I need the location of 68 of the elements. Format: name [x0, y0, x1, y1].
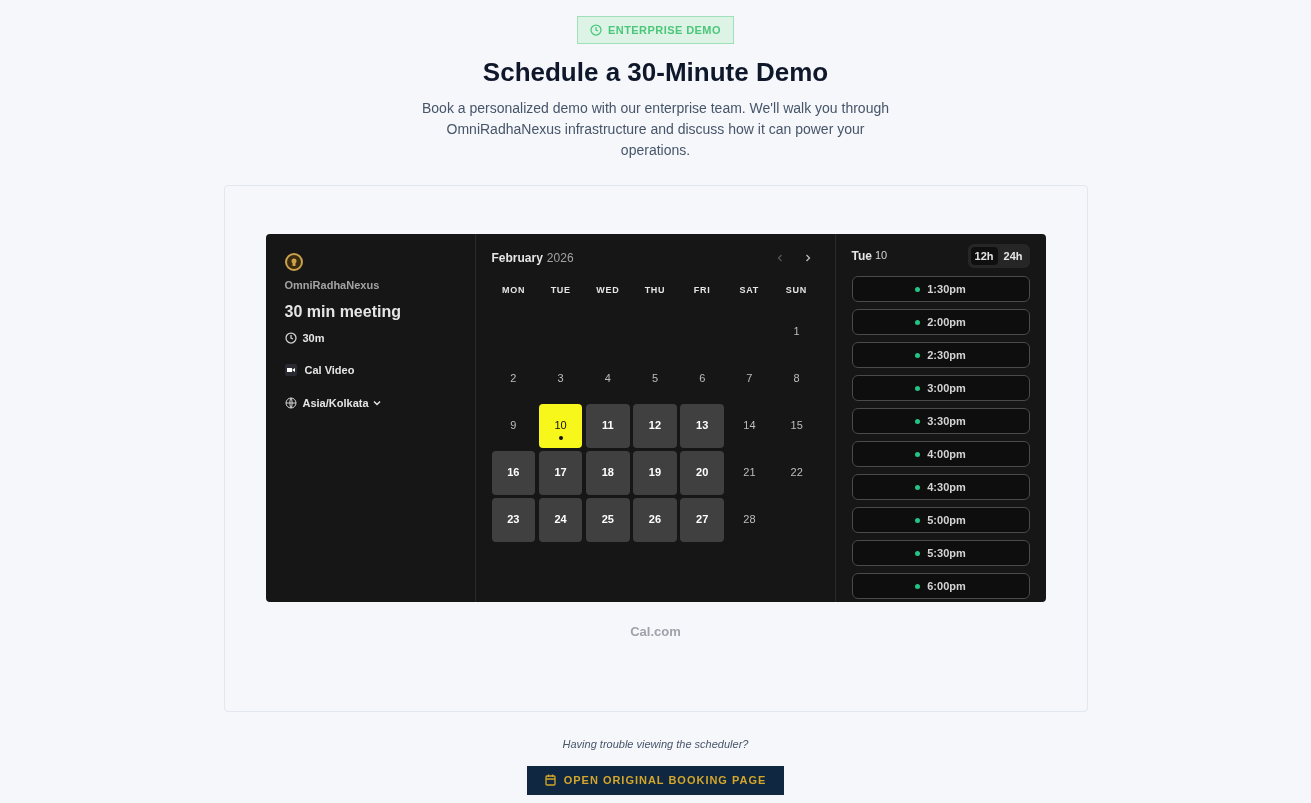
- event-title: 30 min meeting: [284, 301, 402, 322]
- time-slot-button[interactable]: 4:00pm: [851, 441, 1030, 467]
- date-text: 7: [745, 371, 754, 387]
- date-text: 5: [650, 371, 660, 387]
- time-format-tab[interactable]: 12h: [970, 247, 998, 265]
- date-button[interactable]: 13: [680, 403, 725, 448]
- intro-text: Book a personalized demo with our enterprise team. We'll walk you through OmniRadhaNexus infrastructure and discuss how it can power your operations.: [421, 99, 890, 160]
- date-text: 22: [789, 465, 804, 481]
- open-booking-button[interactable]: OPEN ORIGINAL BOOKING PAGE: [526, 765, 785, 795]
- avatar-icon: [284, 253, 303, 271]
- date-button[interactable]: 16: [491, 450, 536, 495]
- weekday-label: TUE: [549, 284, 572, 297]
- brand-logo: Cal.com: [630, 623, 681, 641]
- day-name: Tue: [851, 248, 872, 265]
- date-text: 4: [603, 371, 612, 387]
- date-button[interactable]: 23: [491, 497, 536, 542]
- help-text: Having trouble viewing the scheduler?: [562, 737, 749, 752]
- date-text: 2: [509, 371, 518, 387]
- time-slot-button[interactable]: 4:30pm: [851, 474, 1030, 500]
- date-button[interactable]: 12: [633, 403, 677, 448]
- date-text: 6: [698, 371, 707, 387]
- time-slot-button[interactable]: 3:00pm: [851, 375, 1030, 401]
- timezone-select[interactable]: Asia/Kolkata: [302, 394, 369, 411]
- time-slot-button[interactable]: 6:00pm: [851, 573, 1030, 599]
- time-slot-button[interactable]: 5:00pm: [851, 507, 1030, 533]
- date-button[interactable]: 24: [538, 497, 583, 542]
- date-text: 14: [742, 418, 757, 434]
- weekday-label: MON: [501, 284, 527, 297]
- day-number: 10: [874, 248, 888, 263]
- date-button[interactable]: 11: [585, 403, 630, 448]
- organizer-name: OmniRadhaNexus: [284, 278, 381, 293]
- time-slot-button[interactable]: 3:30pm: [851, 408, 1030, 434]
- video-icon: [284, 364, 297, 377]
- weekday-label: WED: [595, 284, 621, 297]
- clock-icon: [284, 331, 297, 344]
- weekday-label: THU: [643, 284, 667, 297]
- time-format-tab[interactable]: 24h: [999, 247, 1027, 265]
- location-text: Cal Video: [304, 363, 355, 378]
- date-text: 8: [792, 371, 801, 387]
- date-button[interactable]: 27: [680, 497, 725, 542]
- page-title: Schedule a 30-Minute Demo: [482, 56, 829, 88]
- time-slot-button[interactable]: 5:30pm: [851, 540, 1030, 566]
- date-text: 28: [742, 512, 757, 528]
- globe-icon: [284, 396, 297, 409]
- time-slot-button[interactable]: 2:00pm: [851, 309, 1030, 335]
- date-text: 21: [742, 465, 757, 481]
- date-button[interactable]: 25: [585, 497, 630, 542]
- time-slot-button[interactable]: 1:30pm: [851, 276, 1030, 302]
- date-button[interactable]: 20: [680, 450, 725, 495]
- month-name: February: [491, 250, 543, 267]
- clock-icon: [590, 24, 602, 36]
- date-button[interactable]: 17: [538, 450, 583, 495]
- date-button[interactable]: 10: [538, 403, 583, 448]
- date-button[interactable]: 18: [585, 450, 630, 495]
- date-button[interactable]: 26: [633, 497, 677, 542]
- date-text: 15: [789, 418, 804, 434]
- date-button[interactable]: 19: [633, 450, 677, 495]
- date-text: 9: [509, 418, 518, 434]
- time-slot-button[interactable]: 2:30pm: [851, 342, 1030, 368]
- weekday-label: SAT: [738, 284, 760, 297]
- date-text: 3: [556, 371, 565, 387]
- duration-text: 30m: [302, 330, 325, 346]
- enterprise-badge: ENTERPRISE DEMO: [577, 16, 734, 44]
- calendar-icon: [544, 774, 556, 786]
- date-text: 1: [792, 324, 801, 340]
- weekday-label: SUN: [784, 284, 808, 297]
- year-text: 2026: [546, 250, 574, 267]
- weekday-label: FRI: [692, 284, 712, 297]
